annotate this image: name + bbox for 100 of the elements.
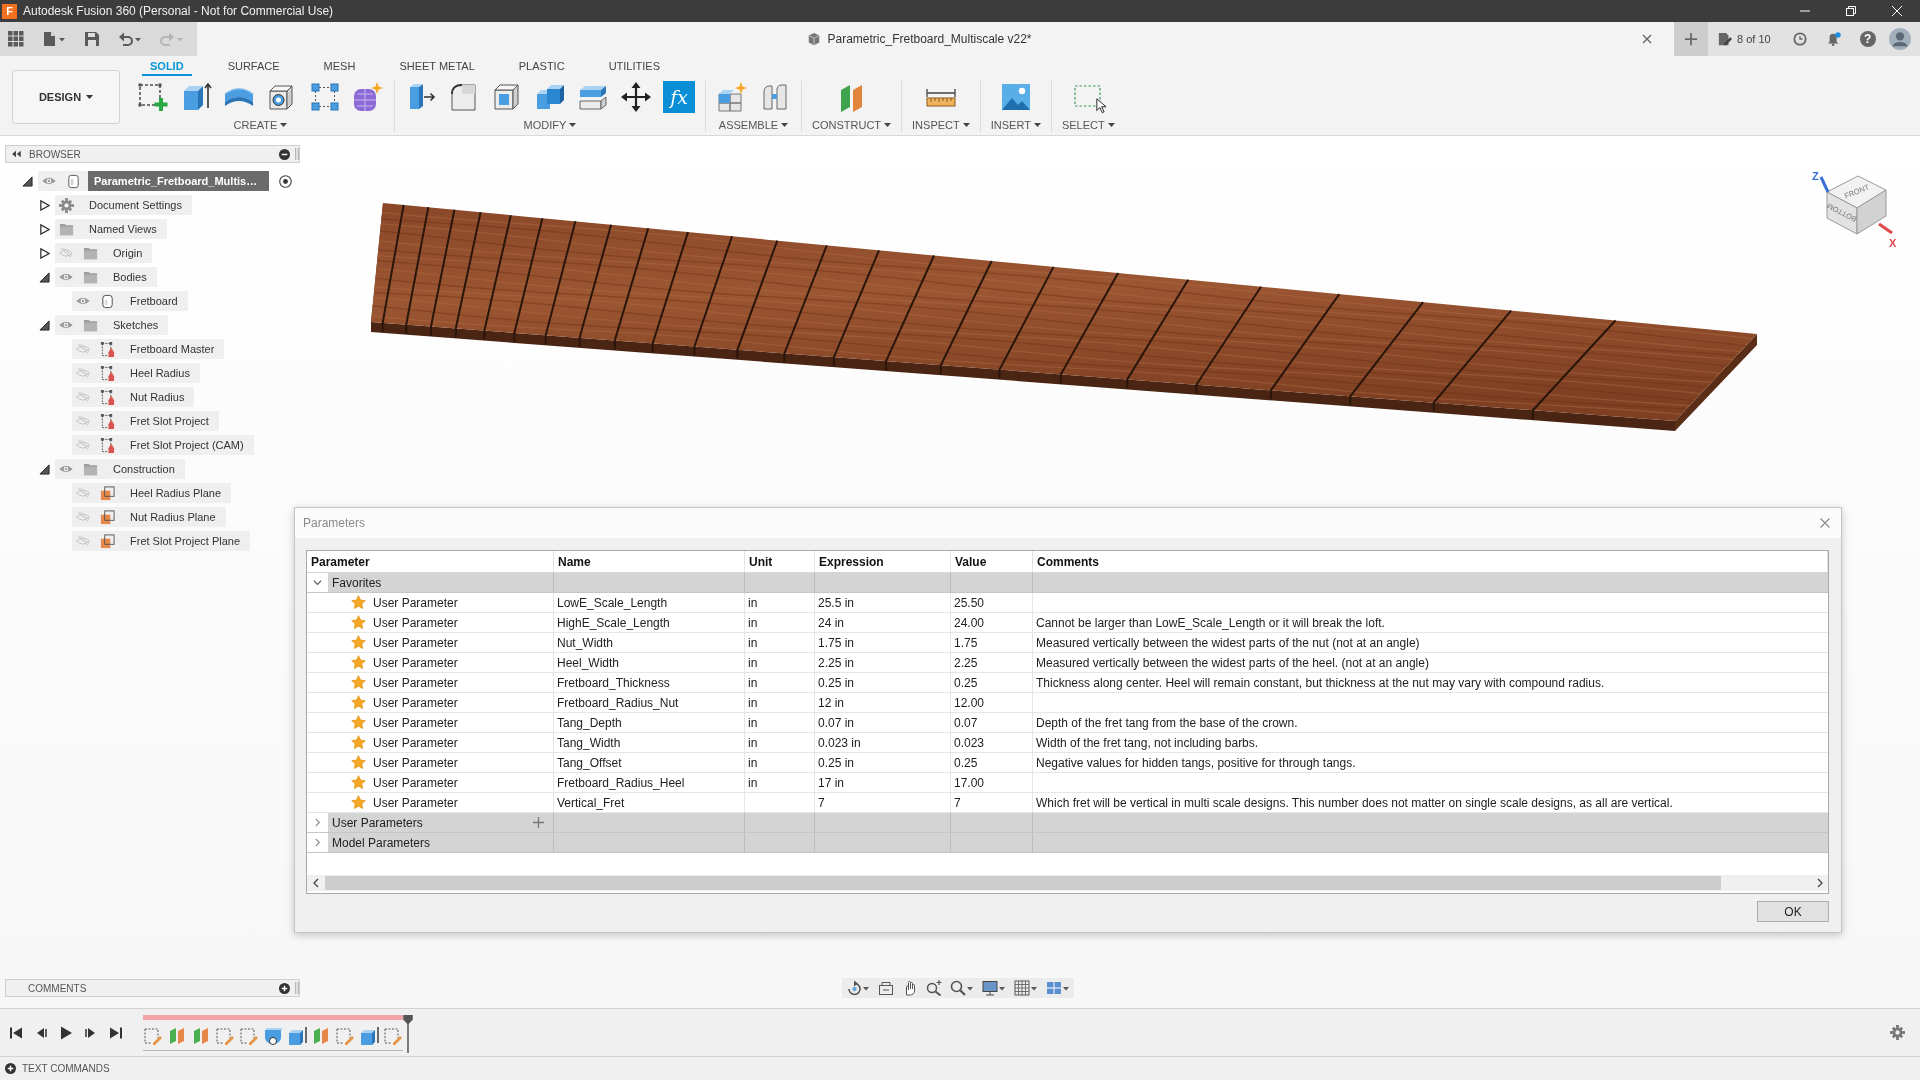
ok-button[interactable]: OK bbox=[1757, 901, 1829, 922]
star-icon[interactable] bbox=[351, 655, 366, 670]
tool-group-menu[interactable]: CREATE bbox=[233, 118, 288, 132]
table-cell[interactable]: Measured vertically between the widest parts of the nut (not at an angle) bbox=[1033, 633, 1828, 652]
display-icon[interactable] bbox=[982, 980, 1006, 996]
chevron-right-icon[interactable] bbox=[1817, 878, 1823, 888]
table-cell[interactable]: Cannot be larger than LowE_Scale_Length or it will break the loft. bbox=[1033, 613, 1828, 632]
table-cell[interactable]: Depth of the fret tang from the base of the crown. bbox=[1033, 713, 1828, 732]
sketch-feature-icon[interactable] bbox=[143, 1025, 163, 1046]
table-cell[interactable]: 2.25 in bbox=[815, 653, 951, 672]
jobs-button[interactable]: 8 of 10 bbox=[1718, 32, 1771, 46]
star-icon[interactable] bbox=[351, 695, 366, 710]
horizontal-scrollbar[interactable] bbox=[307, 875, 1828, 891]
pattern-squares-icon[interactable] bbox=[309, 81, 341, 113]
grid-icon[interactable] bbox=[1014, 980, 1038, 996]
column-header[interactable]: Parameter bbox=[307, 551, 554, 572]
triangle-icon[interactable] bbox=[38, 199, 50, 211]
hole-feature-icon[interactable] bbox=[263, 1025, 283, 1046]
star-icon[interactable] bbox=[351, 635, 366, 650]
viewports-icon[interactable] bbox=[1046, 980, 1070, 996]
table-cell[interactable]: 0.07 in bbox=[815, 713, 951, 732]
column-header[interactable]: Name bbox=[554, 551, 745, 572]
star-icon[interactable] bbox=[351, 795, 366, 810]
plane-feature-icon[interactable] bbox=[311, 1025, 331, 1046]
extrude-feature-icon[interactable] bbox=[359, 1025, 379, 1046]
apps-grid-icon[interactable] bbox=[8, 31, 24, 47]
restore-icon[interactable] bbox=[1846, 6, 1856, 16]
star-icon[interactable] bbox=[351, 735, 366, 750]
settings-icon[interactable] bbox=[1890, 1025, 1905, 1040]
column-header[interactable]: Expression bbox=[815, 551, 951, 572]
new-component-icon[interactable] bbox=[716, 81, 748, 113]
group-row[interactable]: Model Parameters bbox=[307, 833, 1828, 853]
plane-feature-icon[interactable] bbox=[191, 1025, 211, 1046]
column-header[interactable]: Comments bbox=[1033, 551, 1828, 572]
table-cell[interactable]: 25.5 in bbox=[815, 593, 951, 612]
toolbar-tab[interactable]: UTILITIES bbox=[600, 58, 668, 76]
table-cell[interactable]: Width of the fret tang, not including barbs. bbox=[1033, 733, 1828, 752]
star-icon[interactable] bbox=[351, 675, 366, 690]
table-cell[interactable]: Thickness along center. Heel will remain constant, but thickness at the nut may vary with compound radius. bbox=[1033, 673, 1828, 692]
triangle-icon[interactable] bbox=[38, 319, 50, 331]
formula-button[interactable]: fx bbox=[663, 81, 695, 113]
table-cell[interactable]: 1.75 in bbox=[815, 633, 951, 652]
toolbar-tab[interactable]: MESH bbox=[315, 58, 364, 76]
triangle-icon[interactable] bbox=[38, 247, 50, 259]
sketch-feature-icon[interactable] bbox=[215, 1025, 235, 1046]
tool-group-menu[interactable]: INSERT bbox=[990, 118, 1041, 132]
star-icon[interactable] bbox=[351, 595, 366, 610]
save-icon[interactable] bbox=[84, 31, 100, 47]
table-cell[interactable]: 0.25 in bbox=[815, 753, 951, 772]
tool-group-menu[interactable]: MODIFY bbox=[523, 118, 577, 132]
document-tab-title[interactable]: Parametric_Fretboard_Multiscale v22* bbox=[827, 32, 1032, 46]
eye-icon[interactable] bbox=[42, 176, 56, 186]
plane-feature-icon[interactable] bbox=[167, 1025, 187, 1046]
scrollbar-thumb[interactable] bbox=[325, 876, 1721, 890]
star-icon[interactable] bbox=[351, 715, 366, 730]
orbit-icon[interactable] bbox=[846, 980, 870, 996]
bell-icon[interactable] bbox=[1826, 32, 1841, 46]
plus-circle-icon[interactable] bbox=[279, 982, 290, 994]
table-cell[interactable]: 17 in bbox=[815, 773, 951, 792]
avatar-icon[interactable] bbox=[1888, 28, 1911, 50]
triangle-icon[interactable] bbox=[38, 463, 50, 475]
timeline-marker[interactable] bbox=[403, 1014, 413, 1053]
group-row[interactable]: Favorites bbox=[307, 573, 1828, 593]
chevron-down-icon[interactable] bbox=[313, 578, 322, 587]
triangle-icon[interactable] bbox=[21, 175, 33, 187]
form-sparkle-icon[interactable] bbox=[352, 81, 384, 113]
eye-icon[interactable] bbox=[59, 320, 73, 330]
table-cell[interactable]: 12 in bbox=[815, 693, 951, 712]
chevron-left-icon[interactable] bbox=[313, 878, 319, 888]
triangle-icon[interactable] bbox=[38, 223, 50, 235]
close-icon[interactable] bbox=[1642, 34, 1652, 44]
eye-icon[interactable] bbox=[59, 272, 73, 282]
target-icon[interactable] bbox=[279, 174, 293, 188]
tool-group-menu[interactable]: INSPECT bbox=[912, 118, 970, 132]
frame-icon[interactable] bbox=[878, 980, 894, 996]
tool-group-menu[interactable]: CONSTRUCT bbox=[812, 118, 892, 132]
skip-to-end-icon[interactable] bbox=[109, 1025, 123, 1040]
eye-icon[interactable] bbox=[59, 464, 73, 474]
move-arrows-icon[interactable] bbox=[620, 81, 652, 113]
table-cell[interactable]: Which fret will be vertical in multi scale designs. This number does not matter on single scale designs, as all are vertical. bbox=[1033, 793, 1828, 812]
tool-group-menu[interactable]: SELECT bbox=[1061, 118, 1115, 132]
table-cell[interactable]: 7 bbox=[815, 793, 951, 812]
toolbar-tab[interactable]: PLASTIC bbox=[510, 58, 573, 76]
group-row[interactable]: User Parameters bbox=[307, 813, 1828, 833]
skip-to-start-icon[interactable] bbox=[9, 1025, 23, 1040]
table-cell[interactable]: 24 in bbox=[815, 613, 951, 632]
toolbar-tab[interactable]: SURFACE bbox=[219, 58, 288, 76]
sketch-feature-icon[interactable] bbox=[335, 1025, 355, 1046]
star-icon[interactable] bbox=[351, 775, 366, 790]
eye-icon[interactable] bbox=[76, 296, 90, 306]
clock-icon[interactable] bbox=[1792, 32, 1807, 46]
plus-circle-icon[interactable] bbox=[5, 1063, 16, 1074]
undo-icon[interactable] bbox=[118, 31, 142, 47]
extrude-feature-icon[interactable] bbox=[287, 1025, 307, 1046]
plus-icon[interactable] bbox=[1684, 32, 1698, 46]
help-button[interactable]: ? bbox=[1859, 31, 1876, 47]
image-icon[interactable] bbox=[999, 81, 1032, 113]
drag-handle-icon[interactable] bbox=[295, 148, 299, 160]
table-cell[interactable]: 0.023 in bbox=[815, 733, 951, 752]
zoom-icon[interactable] bbox=[926, 980, 942, 996]
